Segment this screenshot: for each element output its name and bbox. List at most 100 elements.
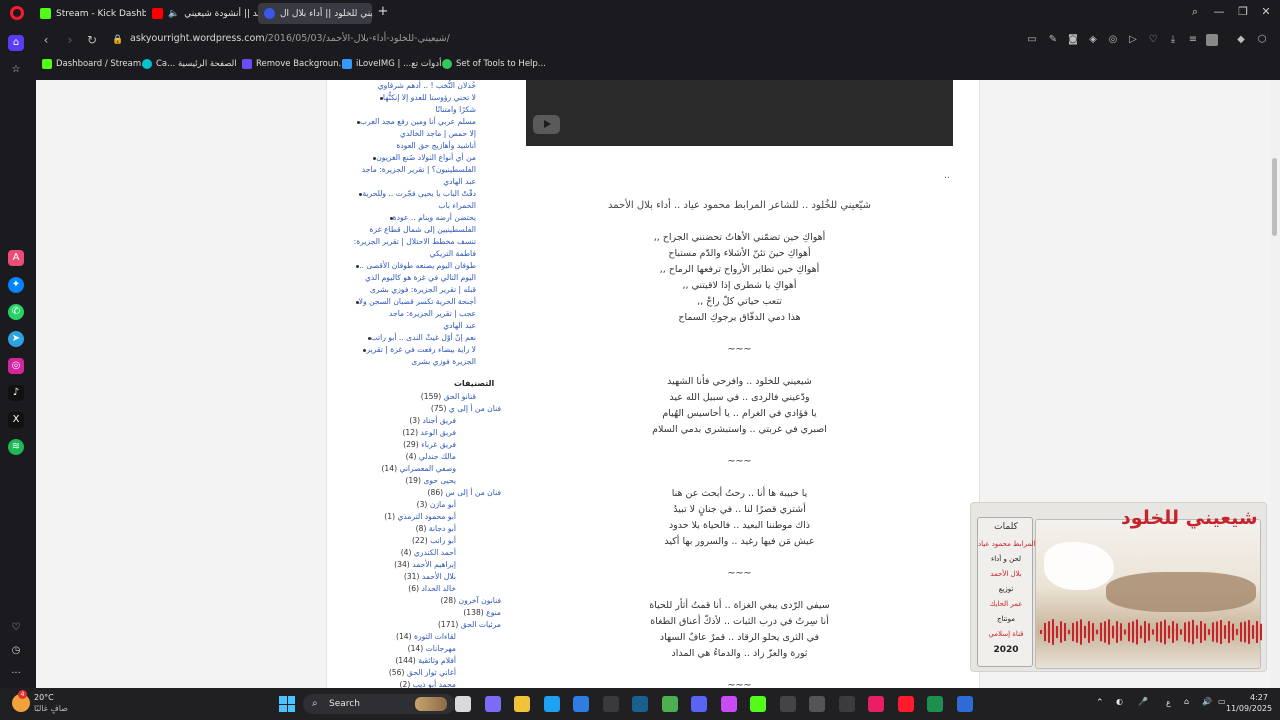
recent-post-link[interactable]: عبد الهادي bbox=[443, 320, 476, 332]
heart-icon[interactable]: ♡ bbox=[8, 620, 24, 636]
category-item[interactable]: وصفي المعصراني (14) bbox=[381, 463, 456, 475]
file-explorer-icon[interactable] bbox=[455, 696, 471, 712]
recent-post-link[interactable]: خُذلان النُّخب ! .. أدهم شرقاوي bbox=[378, 80, 476, 92]
bookmark-canva[interactable]: Ca... الصفحة الرئيسية bbox=[142, 59, 237, 69]
obs-icon[interactable] bbox=[779, 696, 796, 712]
play-icon[interactable]: ▷ bbox=[1127, 34, 1139, 46]
bookmark-iloveimg[interactable]: iLoveIMG | ...أدوات تع bbox=[342, 59, 441, 69]
x-icon[interactable]: X bbox=[8, 412, 24, 428]
recent-post-link[interactable]: قبله | تقرير الجزيرة: فوزي بشرى bbox=[370, 284, 476, 296]
minimize-icon[interactable]: — bbox=[1211, 5, 1227, 18]
recent-post-link[interactable]: أناشيد وأهازيج حق العودة bbox=[396, 140, 476, 152]
extensions-icon[interactable]: ⬡ bbox=[1256, 34, 1268, 46]
category-item[interactable]: فنان من أ إلى س (86) bbox=[428, 487, 501, 499]
category-item[interactable]: مهرجانات (14) bbox=[408, 643, 456, 655]
download-icon[interactable]: ⤓ bbox=[1167, 34, 1179, 46]
volume-icon[interactable]: 🔊 bbox=[1202, 697, 1212, 706]
search-tabs-icon[interactable]: ⌕ bbox=[1187, 5, 1203, 19]
recent-post-link[interactable]: مسلم عربي أنا ومين رفع مجد العرب bbox=[353, 116, 476, 128]
excel-icon[interactable] bbox=[927, 696, 943, 712]
forward-icon[interactable]: › bbox=[62, 32, 78, 48]
category-item[interactable]: أفلام وثائقية (144) bbox=[395, 655, 456, 667]
opera-logo-icon[interactable] bbox=[10, 6, 24, 20]
recent-post-link[interactable]: يحتضن أرضه وينام .. عودة bbox=[386, 212, 476, 224]
category-item[interactable]: أحمد الكندري (4) bbox=[401, 547, 456, 559]
category-item[interactable]: فنان من أ إلى ي (75) bbox=[431, 403, 501, 415]
star-icon[interactable]: ☆ bbox=[8, 62, 24, 78]
opera-icon[interactable] bbox=[897, 696, 914, 712]
vpn-icon[interactable]: ◎ bbox=[1107, 34, 1119, 46]
url-field[interactable]: askyourright.wordpress.com/2016/05/03/شي… bbox=[130, 33, 450, 44]
category-item[interactable]: مالك جندلي (4) bbox=[406, 451, 456, 463]
scrollbar-thumb[interactable] bbox=[1272, 158, 1277, 236]
lock-icon[interactable]: 🔒 bbox=[110, 32, 126, 48]
edit-icon[interactable]: ✎ bbox=[1047, 34, 1059, 46]
recent-post-link[interactable]: عبد الهادي bbox=[443, 176, 476, 188]
menu-icon[interactable]: ≡ bbox=[1187, 34, 1199, 46]
shield-icon[interactable]: ◈ bbox=[1087, 34, 1099, 46]
recent-post-link[interactable]: لا تحني رؤوسنا للعدو إلا إنكنُّها bbox=[376, 92, 476, 104]
bookmark-remove-bg[interactable]: Remove Backgroun... bbox=[242, 59, 347, 69]
language-indicator[interactable]: ع bbox=[1166, 698, 1171, 707]
tiktok-icon[interactable] bbox=[868, 696, 884, 712]
recent-post-link[interactable]: الفلسطينيين إلى شمال قطاع غزة bbox=[369, 224, 476, 236]
category-item[interactable]: محمد أبو ذيب (2) bbox=[400, 679, 456, 688]
recent-post-link[interactable]: لا راية بيضاء رفعت في غزة | تقرير bbox=[359, 344, 476, 356]
aria-icon[interactable]: ◆ bbox=[1235, 34, 1247, 46]
category-item[interactable]: منوع (138) bbox=[463, 607, 501, 619]
network-icon[interactable]: ⌂ bbox=[1184, 697, 1189, 706]
category-item[interactable]: قنانو الحق (159) bbox=[421, 391, 476, 403]
category-item[interactable]: فريق أجناد (3) bbox=[409, 415, 456, 427]
new-tab-plus-icon[interactable]: + bbox=[376, 5, 390, 19]
recent-post-link[interactable]: أجنحة الحرية تكسر قضبان السجن ولا bbox=[352, 296, 476, 308]
spotify-icon[interactable]: ≋ bbox=[8, 439, 24, 455]
start-windows-icon[interactable] bbox=[279, 696, 295, 712]
recent-post-link[interactable]: شكرًا وامتنانًا bbox=[436, 104, 476, 116]
category-item[interactable]: إبراهيم الأحمد (34) bbox=[394, 559, 456, 571]
profile-icon[interactable] bbox=[1206, 34, 1218, 46]
recent-post-link[interactable]: إلا حمص | ماجد الخالدي bbox=[400, 128, 476, 140]
text-app-icon[interactable] bbox=[809, 696, 825, 712]
recent-post-link[interactable]: دقّتْ الباب يا يحيى فجّرت .. وللحرية bbox=[355, 188, 476, 200]
camera-icon[interactable]: ◙ bbox=[1067, 34, 1079, 46]
folder-icon[interactable] bbox=[514, 696, 530, 712]
4k-icon[interactable] bbox=[838, 696, 855, 712]
category-item[interactable]: أبو دجانة (8) bbox=[416, 523, 456, 535]
clock-time[interactable]: 4:27 bbox=[1250, 693, 1268, 702]
copilot-icon[interactable] bbox=[484, 696, 501, 712]
speaker-icon[interactable]: 🔈 bbox=[168, 9, 179, 19]
category-item[interactable]: فريق غرباء (29) bbox=[403, 439, 456, 451]
category-item[interactable]: خالد الحداد (6) bbox=[408, 583, 456, 595]
reload-icon[interactable]: ↻ bbox=[84, 32, 100, 48]
security-icon[interactable] bbox=[956, 696, 973, 712]
category-item[interactable]: أبو مازن (3) bbox=[417, 499, 456, 511]
kick-icon[interactable] bbox=[750, 696, 766, 712]
bookmark-tools[interactable]: Set of Tools to Help... bbox=[442, 59, 546, 69]
epic-games-icon[interactable] bbox=[602, 696, 619, 712]
tiktok-icon[interactable]: ♪ bbox=[8, 385, 24, 401]
page-scrollbar[interactable] bbox=[1270, 80, 1280, 688]
edge-icon[interactable] bbox=[543, 696, 560, 712]
bookmark-kick[interactable]: Dashboard / Stream... bbox=[42, 59, 149, 69]
category-item[interactable]: أبو راتب (22) bbox=[412, 535, 456, 547]
chrome-icon[interactable] bbox=[661, 696, 678, 712]
tab-kick-dashboard[interactable]: Stream - Kick Dashboard bbox=[34, 3, 146, 24]
recent-post-link[interactable]: طوفان اليوم يصنعه طوفان الأقصى .. bbox=[352, 260, 476, 272]
tray-chevron-icon[interactable]: ⌃ bbox=[1096, 698, 1104, 708]
steam-icon[interactable] bbox=[632, 696, 648, 712]
category-item[interactable]: لقاءات الثورة (14) bbox=[396, 631, 456, 643]
clock-date[interactable]: 11/09/2025 bbox=[1226, 704, 1272, 713]
taskbar-search[interactable]: ⌕ Search bbox=[303, 694, 455, 714]
recent-post-link[interactable]: الفلسطينيون؟ | تقرير الجزيرة: ماجد bbox=[362, 164, 476, 176]
recent-post-link[interactable]: الحمراء باب bbox=[438, 200, 476, 212]
recent-post-link[interactable]: فاطمة التريكي bbox=[430, 248, 476, 260]
category-item[interactable]: أبو محمود الترمذي (1) bbox=[384, 511, 456, 523]
tab-youtube-anthem[interactable]: 🔈 جديد || أنشودة شيعيني bbox=[146, 3, 258, 24]
messenger-icon[interactable]: ✦ bbox=[8, 277, 24, 293]
tray-app-icon[interactable]: ◐ bbox=[1116, 697, 1123, 706]
youtube-play-icon[interactable] bbox=[533, 115, 560, 134]
heart-icon[interactable]: ♡ bbox=[1147, 34, 1159, 46]
store-icon[interactable] bbox=[573, 696, 589, 712]
tab-wordpress-post[interactable]: شيعيني للخلود || أداء بلال ال bbox=[258, 3, 372, 24]
reader-icon[interactable]: ▭ bbox=[1026, 34, 1038, 46]
